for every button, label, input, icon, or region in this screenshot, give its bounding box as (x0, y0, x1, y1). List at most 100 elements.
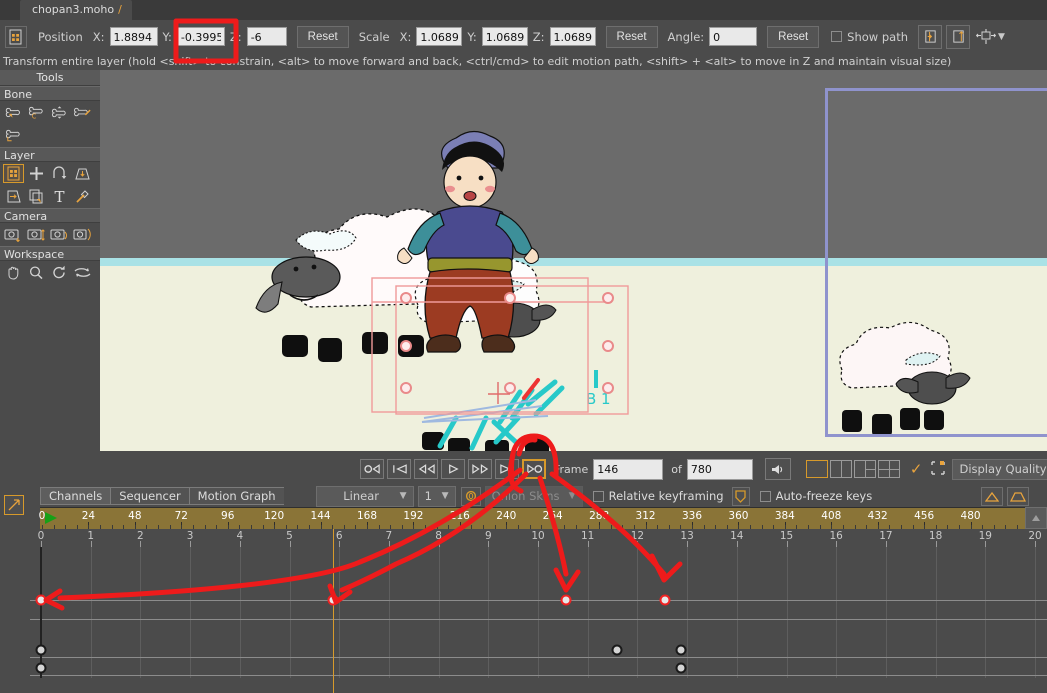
camera-pan-icon[interactable] (49, 225, 70, 244)
tab-sequencer[interactable]: Sequencer (110, 487, 189, 505)
transform-options-icon[interactable]: ▼ (976, 28, 1005, 46)
chevron-down-icon: ▼ (998, 31, 1005, 42)
bone-select-icon[interactable] (3, 103, 24, 122)
flip-horizontal-icon[interactable] (918, 24, 942, 49)
reset-scale-button[interactable]: Reset (605, 25, 658, 48)
keyframe-marker[interactable] (327, 594, 339, 606)
add-point-icon[interactable] (26, 164, 47, 183)
onion-skins-dropdown[interactable]: Onion Skins ▼ (484, 485, 583, 507)
keyframe-shield-icon[interactable] (731, 486, 750, 506)
scroll-up-icon[interactable] (1025, 507, 1047, 529)
scale-z-input[interactable] (549, 27, 596, 46)
step-back-button[interactable] (414, 459, 438, 479)
workspace-tool-row (0, 261, 100, 284)
auto-freeze-keys-label: Auto-freeze keys (775, 489, 873, 503)
rewind-to-start-button[interactable] (360, 459, 384, 479)
tab-motion-graph[interactable]: Motion Graph (188, 487, 284, 505)
play-button[interactable] (441, 459, 465, 479)
playback-control-bar: Frame of ✓ Display Quality ▼ (0, 451, 1047, 485)
rotate-layer-xy-icon[interactable] (49, 164, 70, 183)
view-four-pane[interactable] (877, 460, 900, 478)
bone-offset-icon[interactable] (72, 103, 93, 122)
reset-workspace-icon[interactable] (72, 263, 93, 282)
bone-rotate-icon[interactable]: C (26, 103, 47, 122)
view-single-pane[interactable] (805, 460, 828, 478)
show-path-checkbox[interactable]: Show path (831, 30, 908, 44)
ruler-tick-label: 288 (589, 510, 610, 522)
frame-ruler[interactable]: 0 24 48 72 96 120 144 168 192 216 240 264 288 312 336 3… (39, 507, 1025, 529)
ruler-tick-label: 480 (960, 510, 981, 522)
flip-vertical-icon[interactable] (946, 24, 970, 49)
bone-parent-icon[interactable] (3, 126, 24, 145)
bone-scale-icon[interactable] (49, 103, 70, 122)
display-quality-dropdown[interactable]: Display Quality ▼ (952, 458, 1047, 480)
set-origin-icon[interactable] (26, 187, 47, 206)
onion-skins-toggle-icon[interactable] (460, 486, 481, 506)
previous-keyframe-button[interactable] (387, 459, 411, 479)
scale-label: Scale (358, 29, 390, 44)
ease-both-icon[interactable] (1007, 486, 1029, 506)
scale-y-label: Y: (467, 29, 477, 44)
scale-y-input[interactable] (481, 27, 528, 46)
timeline-panel: Channels Sequencer Motion Graph Linear ▼… (0, 485, 1047, 693)
crop-frame-icon[interactable] (930, 460, 946, 479)
reset-angle-button[interactable]: Reset (767, 25, 820, 48)
expand-timeline-icon[interactable] (4, 495, 24, 515)
interpolation-label: Linear (343, 489, 379, 503)
camera-zoom-icon[interactable] (26, 225, 47, 244)
keyframe-marker[interactable] (35, 594, 47, 606)
shear-layer-icon[interactable] (72, 164, 93, 183)
keyframe-marker[interactable] (611, 644, 623, 656)
keyframe-grid[interactable] (30, 547, 1047, 678)
position-z-input[interactable] (246, 27, 287, 46)
view-two-pane[interactable] (829, 460, 852, 478)
scale-x-input[interactable] (416, 27, 463, 46)
step-forward-button[interactable] (468, 459, 492, 479)
interpolation-dropdown[interactable]: Linear ▼ (315, 485, 414, 507)
follow-path-icon[interactable] (3, 187, 24, 206)
modified-indicator-icon: / (118, 3, 122, 16)
animation-canvas[interactable]: B 1 (100, 70, 1047, 451)
tools-panel-header: Tools (0, 70, 100, 86)
frame-input[interactable] (593, 458, 664, 480)
keyframe-marker[interactable] (659, 594, 671, 606)
chevron-down-icon: ▼ (568, 491, 576, 501)
keyframe-marker[interactable] (675, 662, 687, 674)
angle-input[interactable] (709, 27, 758, 46)
tools-panel: Tools Bone C Layer T Camera Workspace (0, 70, 100, 451)
relative-keyframing-checkbox[interactable]: Relative keyframing (592, 489, 724, 503)
camera-track-icon[interactable] (3, 225, 24, 244)
loop-playback-button[interactable] (522, 459, 546, 479)
keyframe-marker[interactable] (675, 644, 687, 656)
keyframe-marker[interactable] (560, 594, 572, 606)
next-keyframe-button[interactable] (495, 459, 519, 479)
zoom-magnifier-icon[interactable] (26, 263, 47, 282)
camera-roll-icon[interactable] (72, 225, 93, 244)
keyframe-marker[interactable] (35, 644, 47, 656)
keyframe-marker[interactable] (35, 662, 47, 674)
svg-text:C: C (32, 113, 37, 120)
pan-hand-icon[interactable] (3, 263, 24, 282)
auto-freeze-keys-checkbox[interactable]: Auto-freeze keys (759, 489, 873, 503)
reset-position-button[interactable]: Reset (296, 25, 349, 48)
speaker-icon[interactable] (764, 458, 791, 480)
ruler-tick-label: 312 (635, 510, 656, 522)
ease-in-icon[interactable] (981, 486, 1003, 506)
tab-channels[interactable]: Channels (40, 487, 111, 505)
ruler-tick-label: 408 (821, 510, 842, 522)
ruler-tick-label: 264 (542, 510, 563, 522)
total-frames-input[interactable] (686, 458, 753, 480)
view-three-pane[interactable] (853, 460, 876, 478)
camera-frame-rect (825, 88, 1047, 437)
transform-layer-icon[interactable] (3, 164, 24, 183)
document-tab[interactable]: chopan3.moho / (20, 0, 132, 20)
checkmark-icon[interactable]: ✓ (910, 460, 923, 478)
onion-count-dropdown[interactable]: 1 ▼ (417, 485, 456, 507)
of-label: of (671, 462, 682, 476)
position-x-label: X: (92, 29, 105, 44)
rotate-workspace-icon[interactable] (49, 263, 70, 282)
eyedropper-icon[interactable] (72, 187, 93, 206)
position-x-input[interactable] (109, 27, 158, 46)
position-y-input[interactable] (176, 27, 225, 46)
position-label: Position (38, 29, 83, 44)
